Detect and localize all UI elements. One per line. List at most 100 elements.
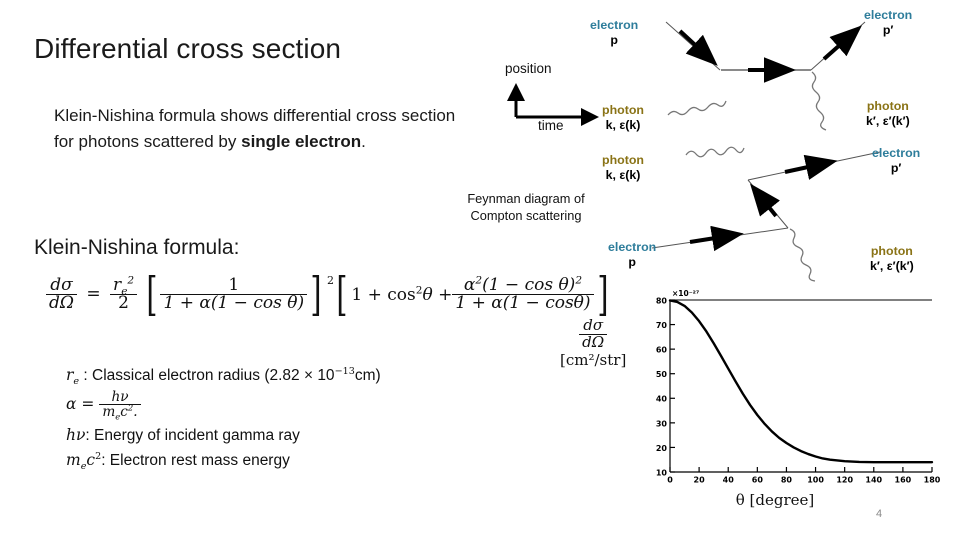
def-hv-text: : Energy of incident gamma ray (85, 426, 300, 444)
formula-bracket2-theta: θ + (422, 284, 453, 305)
definition-re: re : Classical electron radius (2.82 × 1… (66, 363, 381, 388)
svg-text:70: 70 (656, 321, 668, 330)
slide-root: Differential cross section Klein-Nishina… (0, 0, 960, 540)
label-top-outgoing-photon: photon k′, ε′(k′) (866, 99, 910, 130)
def-alpha-den-c: c (120, 404, 128, 421)
bullet-text: Klein-Nishina formula shows differential… (54, 103, 459, 155)
formula-coef-num: re2 (110, 273, 137, 297)
def-mec-m: m (66, 450, 81, 469)
bracket-open-2: [ (336, 267, 348, 321)
label-bottom-outgoing-photon: photon k′, ε′(k′) (870, 244, 914, 275)
label-top-incoming-photon: photon k, ε(k) (602, 103, 644, 134)
label-text-electron: electron (872, 146, 921, 160)
svg-text:10: 10 (656, 468, 668, 477)
label-top-outgoing-electron: electron p′ (864, 8, 912, 39)
svg-text:40: 40 (656, 395, 668, 404)
klein-nishina-heading: Klein-Nishina formula: (34, 236, 240, 259)
svg-text:20: 20 (694, 476, 706, 485)
cross-section-plot: 10 20 30 40 50 60 70 80 0 20 40 60 80 100 120 140 160 180… (640, 286, 941, 536)
svg-text:100: 100 (807, 476, 824, 485)
svg-text:140: 140 (865, 476, 882, 485)
svg-text:160: 160 (895, 476, 912, 485)
feynman-top-diagram (665, 21, 866, 131)
page-title: Differential cross section (34, 33, 342, 64)
feynman-bottom-diagram (651, 146, 881, 282)
cross-section-plot-svg: 10 20 30 40 50 60 70 80 0 20 40 60 80 100 120 140 160 180… (656, 289, 941, 485)
formula-coef-sup: 2 (127, 273, 135, 286)
definition-alpha: α = hν mec2. (66, 389, 381, 421)
label-text-momentum: k, ε(k) (605, 168, 641, 183)
page-number: 4 (876, 508, 883, 520)
label-text-electron: electron (864, 8, 913, 22)
def-alpha-num: hν (111, 389, 129, 406)
formula-bracket2-body: 1 + cos2θ + (351, 285, 452, 305)
svg-text:80: 80 (781, 476, 793, 485)
formula-bracket1-frac: 1 1 + α(1 − cos θ) (160, 274, 308, 314)
svg-text:180: 180 (924, 476, 940, 485)
plot-y-axis-unit-label: dσ dΩ [cm²/str] (560, 316, 627, 369)
svg-text:60: 60 (656, 346, 668, 355)
definition-mec2: mec2: Electron rest mass energy (66, 448, 381, 473)
unit-num: dσ (583, 316, 604, 334)
label-text-photon: photon (866, 99, 909, 113)
svg-text:60: 60 (752, 476, 764, 485)
label-top-incoming-electron: electron p (590, 18, 638, 49)
def-alpha-equals: = (81, 394, 95, 413)
formula-bracket2-den: 1 + α(1 − cosθ) (452, 294, 594, 313)
def-alpha-den: mec2. (99, 404, 141, 421)
formula-b2-alpha: α (463, 274, 476, 295)
unit-bracket: [cm²/str] (560, 350, 627, 369)
feynman-caption: Feynman diagram of Compton scattering (428, 190, 624, 225)
label-text-momentum: p′ (890, 161, 902, 176)
def-alpha-fraction: hν mec2. (99, 389, 141, 421)
formula-equals: = (86, 284, 101, 305)
unit-den: dΩ (579, 333, 608, 351)
svg-text:120: 120 (836, 476, 853, 485)
bullet-text-bold: single electron (241, 131, 362, 151)
bullet-text-part2: . (361, 131, 366, 151)
label-text-momentum: p (610, 33, 618, 48)
svg-text:50: 50 (656, 370, 668, 379)
label-text-momentum: p′ (882, 23, 894, 38)
bracket-close-1: ] (310, 267, 322, 321)
formula-lhs-den: dΩ (46, 294, 77, 313)
def-re-tail: cm) (354, 367, 381, 384)
svg-text:80: 80 (656, 296, 668, 305)
label-text-momentum: p (628, 255, 636, 270)
def-alpha-symbol: α (66, 394, 77, 413)
label-text-photon: photon (602, 103, 644, 117)
formula-definitions: re : Classical electron radius (2.82 × 1… (66, 363, 381, 473)
formula-coef-den: 2 (110, 294, 138, 313)
label-text-electron: electron (608, 240, 657, 254)
formula-bracket1-num: 1 (228, 274, 240, 295)
svg-text:0: 0 (667, 476, 673, 485)
definition-hv: hν: Energy of incident gamma ray (66, 423, 381, 448)
bracket-open-1: [ (145, 267, 158, 321)
def-alpha-period: . (133, 404, 138, 421)
formula-coef-r: r (113, 274, 122, 295)
def-re-text: : Classical electron radius (2.82 × 10 (79, 367, 335, 384)
formula-bracket2-lead: 1 + cos (351, 284, 416, 305)
plot-x-axis-label: θ [degree] (735, 491, 815, 509)
svg-text:30: 30 (656, 419, 668, 428)
feynman-caption-line2: Compton scattering (470, 208, 582, 224)
feynman-diagram-svg (651, 21, 881, 282)
def-alpha-den-m: m (102, 404, 116, 421)
def-mec-text: : Electron rest mass energy (101, 451, 290, 469)
label-text-momentum: k′, ε′(k′) (866, 114, 910, 129)
formula-lhs-num: dσ (50, 274, 73, 295)
unit-fraction: dσ dΩ (579, 316, 608, 351)
label-text-photon: photon (602, 153, 644, 167)
label-text-electron: electron (590, 18, 639, 32)
svg-text:20: 20 (656, 444, 668, 453)
formula-coefficient: re2 2 (110, 273, 138, 314)
svg-text:×10⁻²⁷: ×10⁻²⁷ (672, 289, 699, 298)
label-text-photon: photon (870, 244, 913, 258)
formula-bracket-one: [ 1 1 + α(1 − cos θ) ] 2 (143, 267, 334, 321)
feynman-diagram: electron p electron p′ photon k, ε(k) ph… (480, 0, 960, 285)
label-bottom-incoming-photon: photon k, ε(k) (602, 153, 644, 184)
label-text-momentum: k′, ε′(k′) (870, 259, 914, 274)
label-text-momentum: k, ε(k) (605, 118, 641, 133)
svg-text:40: 40 (723, 476, 735, 485)
label-bottom-outgoing-electron: electron p′ (872, 146, 920, 177)
